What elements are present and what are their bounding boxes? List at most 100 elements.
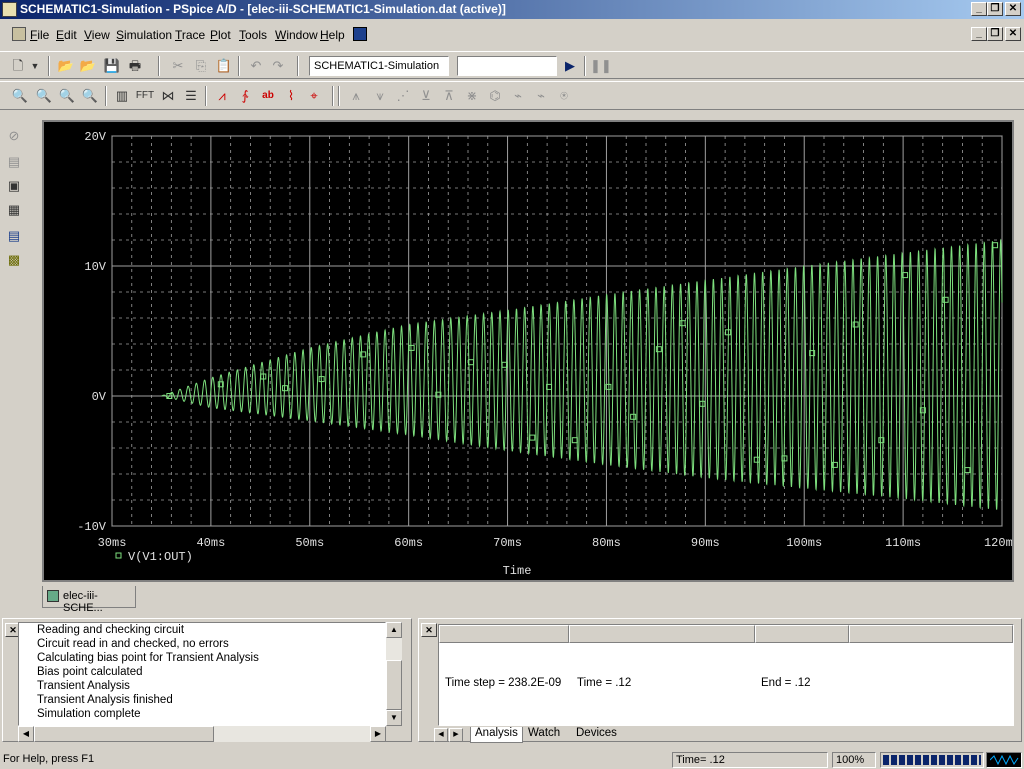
mark-label-icon[interactable]: ⍟ bbox=[554, 86, 574, 106]
plot-window[interactable]: 30ms 40ms 50ms 60ms 70ms 80ms 90ms 100ms 110ms 12… bbox=[42, 120, 1014, 582]
mark-data-points-icon[interactable]: ⌇ bbox=[281, 86, 301, 106]
status-close-icon[interactable]: ✕ bbox=[421, 623, 437, 637]
zoom-out-icon[interactable]: 🔍 bbox=[34, 86, 54, 106]
menu-help[interactable]: Help bbox=[320, 28, 345, 42]
trace-marker bbox=[964, 467, 971, 474]
separator bbox=[297, 56, 299, 76]
undo-icon[interactable]: ↶ bbox=[246, 56, 266, 76]
output-file-icon[interactable]: ▣ bbox=[4, 176, 24, 196]
separator bbox=[158, 56, 160, 76]
tab-watch[interactable]: Watch bbox=[524, 727, 564, 743]
time-readout: Time = .12 bbox=[577, 677, 632, 689]
cursor-search-icon[interactable]: ⌬ bbox=[485, 86, 505, 106]
cursor-slope-icon[interactable]: ⋰ bbox=[393, 86, 413, 106]
probe-toolbar: 🔍 🔍 🔍 🔍 ▥ FFT ⋈ ☰ ⩘ ∱ ab ⌇ ⌖ ⩚ ⩛ ⋰ ⊻ ⊼ ⋇… bbox=[0, 81, 1024, 110]
display-icon[interactable]: ▤ bbox=[4, 152, 24, 172]
status-header-cell bbox=[569, 625, 755, 643]
scroll-thumb[interactable] bbox=[386, 660, 402, 710]
x-axis-label: Time bbox=[503, 564, 532, 578]
simulation-profile-combo[interactable]: SCHEMATIC1-Simulation bbox=[309, 56, 449, 76]
cursor-trough-icon[interactable]: ⩛ bbox=[370, 86, 390, 106]
menu-file[interactable]: File bbox=[30, 28, 49, 42]
cursor-point-icon[interactable]: ⋇ bbox=[462, 86, 482, 106]
log-x-axis-icon[interactable]: ▥ bbox=[112, 86, 132, 106]
zoom-fit-icon[interactable]: 🔍 bbox=[80, 86, 100, 106]
document-tab[interactable]: elec-iii-SCHE... bbox=[42, 586, 136, 614]
output-log-line: Calculating bias point for Transient Ana… bbox=[37, 652, 259, 664]
menu-plot[interactable]: Plot bbox=[210, 28, 231, 42]
simulation-results-icon[interactable]: ▦ bbox=[4, 200, 24, 220]
help-hint: For Help, press F1 bbox=[3, 753, 95, 765]
pspice-app-icon[interactable] bbox=[2, 2, 17, 17]
context-help-icon[interactable] bbox=[353, 27, 367, 41]
scroll-down-icon[interactable]: ▼ bbox=[386, 710, 402, 726]
status-header-cell bbox=[849, 625, 1013, 643]
previous-transition-icon[interactable]: ⌁ bbox=[531, 86, 551, 106]
cursor-min-icon[interactable]: ⊻ bbox=[416, 86, 436, 106]
cut-icon[interactable]: ✂ bbox=[168, 56, 188, 76]
pause-icon[interactable]: ❚❚ bbox=[590, 56, 612, 76]
output-log-line: Circuit read in and checked, no errors bbox=[37, 638, 229, 650]
new-icon[interactable]: 🗋 bbox=[8, 56, 28, 76]
waveform-activity-icon bbox=[986, 752, 1022, 768]
menu-edit[interactable]: Edit bbox=[56, 28, 77, 42]
label-text-icon[interactable]: ab bbox=[258, 86, 278, 106]
tab-devices[interactable]: Devices bbox=[572, 727, 621, 743]
eval-goal-function-icon[interactable]: ∱ bbox=[235, 86, 255, 106]
zoom-area-icon[interactable]: 🔍 bbox=[57, 86, 77, 106]
menu-simulation[interactable]: Simulation bbox=[116, 28, 172, 42]
output-horizontal-scrollbar[interactable]: ◀ ▶ bbox=[18, 726, 386, 742]
menu-trace[interactable]: Trace bbox=[175, 28, 205, 42]
output-vertical-scrollbar[interactable]: ▲ ▼ bbox=[386, 622, 402, 726]
waveform-doc-icon bbox=[47, 590, 59, 602]
close-button[interactable]: ✕ bbox=[1005, 2, 1021, 16]
log-y-axis-icon[interactable]: ☰ bbox=[181, 86, 201, 106]
x-tick-label: 70ms bbox=[493, 536, 522, 550]
scroll-right-icon[interactable]: ▶ bbox=[370, 726, 386, 742]
menu-bar: File Edit View Simulation Trace Plot Too… bbox=[0, 22, 1024, 47]
x-tick-label: 100ms bbox=[786, 536, 822, 550]
minimize-button[interactable]: _ bbox=[971, 2, 987, 16]
next-transition-icon[interactable]: ⌁ bbox=[508, 86, 528, 106]
status-header-cell bbox=[439, 625, 569, 643]
run-status-field[interactable] bbox=[457, 56, 557, 76]
print-icon[interactable]: 🖶 bbox=[125, 56, 145, 76]
performance-analysis-icon[interactable]: ⋈ bbox=[158, 86, 178, 106]
output-window-icon[interactable]: ▤ bbox=[4, 226, 24, 246]
h-scroll-thumb[interactable] bbox=[34, 726, 214, 742]
new-dropdown-icon[interactable]: ▼ bbox=[28, 56, 42, 76]
doc-close-button[interactable]: ✕ bbox=[1005, 27, 1021, 41]
cursor-peak-icon[interactable]: ⩚ bbox=[346, 86, 366, 106]
add-trace-icon[interactable]: ⩘ bbox=[212, 86, 232, 106]
zoom-in-icon[interactable]: 🔍 bbox=[10, 86, 30, 106]
scroll-left-icon[interactable]: ◀ bbox=[18, 726, 34, 742]
doc-minimize-button[interactable]: _ bbox=[971, 27, 987, 41]
cursor-max-icon[interactable]: ⊼ bbox=[439, 86, 459, 106]
copy-icon[interactable]: ⎘ bbox=[191, 56, 211, 76]
menu-tools[interactable]: Tools bbox=[239, 28, 267, 42]
document-icon[interactable] bbox=[12, 27, 26, 41]
simulation-status-icon[interactable]: ▩ bbox=[4, 250, 24, 270]
fft-icon[interactable]: FFT bbox=[135, 86, 155, 106]
save-icon[interactable]: 💾 bbox=[102, 56, 122, 76]
x-tick-label: 110ms bbox=[885, 536, 921, 550]
paste-icon[interactable]: 📋 bbox=[214, 56, 234, 76]
toggle-cursor-icon[interactable]: ⌖ bbox=[304, 86, 324, 106]
scroll-up-icon[interactable]: ▲ bbox=[386, 622, 402, 638]
doc-restore-button[interactable]: ❐ bbox=[987, 27, 1003, 41]
run-icon[interactable]: ▶ bbox=[560, 56, 580, 76]
output-log-list[interactable]: Reading and checking circuit Circuit read… bbox=[18, 622, 386, 726]
redo-icon[interactable]: ↷ bbox=[268, 56, 288, 76]
y-tick-label: -10V bbox=[77, 520, 107, 534]
probe-icon[interactable]: ⊘ bbox=[4, 126, 24, 146]
restore-button[interactable]: ❐ bbox=[987, 2, 1003, 16]
open-folder-icon[interactable]: 📂 bbox=[56, 56, 76, 76]
tab-scroll-left-icon[interactable]: ◀ bbox=[434, 728, 448, 742]
menu-window[interactable]: Window bbox=[275, 28, 318, 42]
menu-view[interactable]: View bbox=[84, 28, 110, 42]
waveform-plot[interactable]: 30ms 40ms 50ms 60ms 70ms 80ms 90ms 100ms 110ms 12… bbox=[44, 122, 1012, 580]
tab-analysis[interactable]: Analysis bbox=[470, 727, 523, 743]
open-simulation-icon[interactable]: 📂 bbox=[78, 56, 98, 76]
tab-scroll-right-icon[interactable]: ▶ bbox=[449, 728, 463, 742]
trace-markers bbox=[166, 242, 999, 474]
